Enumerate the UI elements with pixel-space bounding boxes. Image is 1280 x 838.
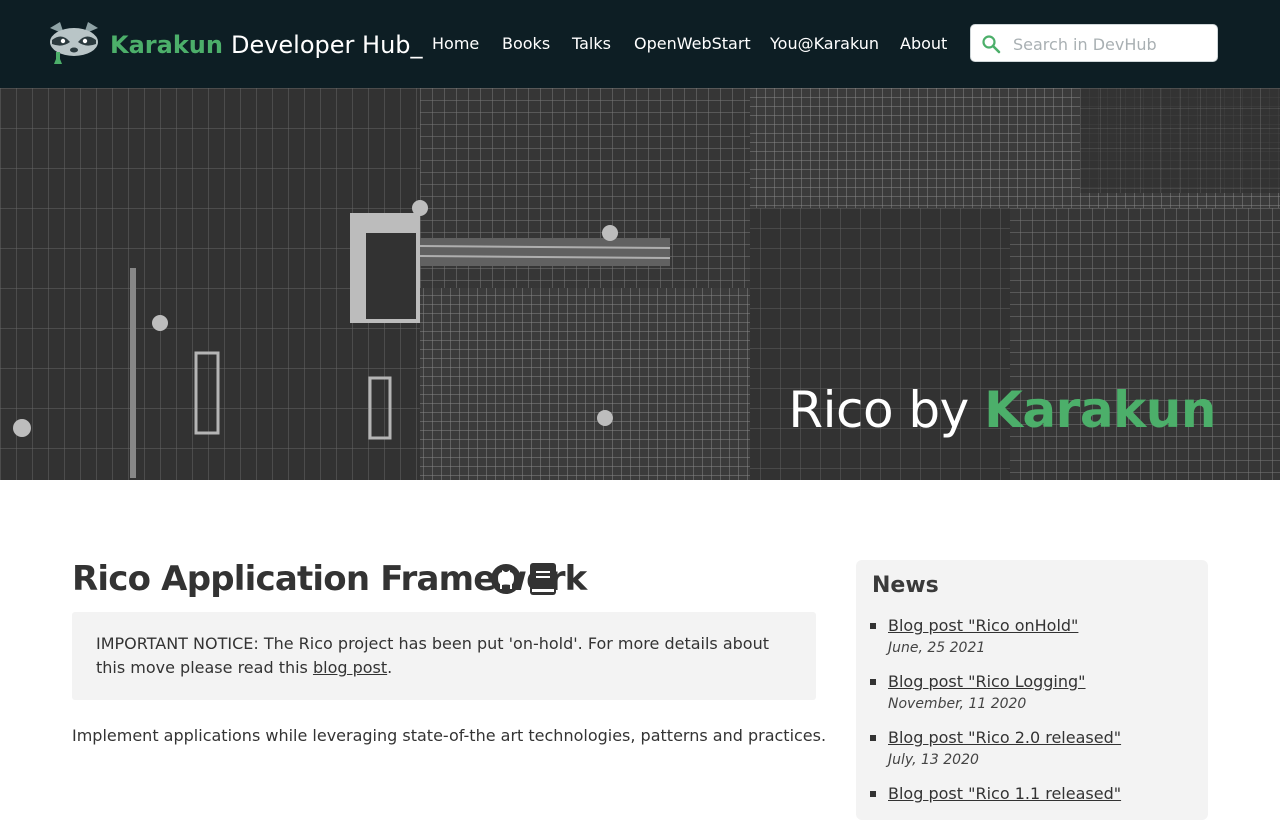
news-item-link[interactable]: Blog post "Rico onHold" bbox=[888, 614, 1190, 638]
search-box[interactable] bbox=[970, 24, 1218, 62]
important-notice: IMPORTANT NOTICE: The Rico project has b… bbox=[72, 612, 816, 700]
hero-title-accent: Karakun bbox=[984, 381, 1216, 439]
news-item-link[interactable]: Blog post "Rico 1.1 released" bbox=[888, 782, 1190, 806]
news-panel: News Blog post "Rico onHold" June, 25 20… bbox=[856, 560, 1208, 820]
news-item: Blog post "Rico 1.1 released" bbox=[870, 782, 1190, 838]
raccoon-logo-icon[interactable] bbox=[46, 20, 102, 66]
brand-developer-hub: Developer Hub_ bbox=[230, 31, 423, 59]
nav-you-at-karakun[interactable]: You@Karakun bbox=[770, 32, 879, 56]
notice-end: . bbox=[387, 658, 393, 677]
hero-title: Rico by Karakun bbox=[788, 378, 1216, 442]
github-icon[interactable] bbox=[490, 562, 522, 596]
search-input[interactable] bbox=[1011, 26, 1215, 62]
news-list: Blog post "Rico onHold" June, 25 2021 Bl… bbox=[870, 614, 1190, 838]
top-navigation-bar: Karakun Developer Hub_ Home Books Talks O… bbox=[0, 0, 1280, 88]
nav-talks[interactable]: Talks bbox=[572, 32, 611, 56]
news-item-date: July, 13 2020 bbox=[888, 752, 979, 768]
nav-about[interactable]: About bbox=[900, 32, 947, 56]
bullet bbox=[870, 791, 876, 797]
search-icon[interactable] bbox=[981, 34, 1001, 54]
brand-karakun: Karakun bbox=[110, 31, 223, 59]
brand-name[interactable]: Karakun Developer Hub_ bbox=[110, 28, 423, 62]
bullet bbox=[870, 623, 876, 629]
notice-text: IMPORTANT NOTICE: The Rico project has b… bbox=[96, 634, 769, 677]
nav-openwebstart[interactable]: OpenWebStart bbox=[634, 32, 751, 56]
news-item-link[interactable]: Blog post "Rico 2.0 released" bbox=[888, 726, 1190, 750]
bullet bbox=[870, 735, 876, 741]
news-item: Blog post "Rico onHold" June, 25 2021 bbox=[870, 614, 1190, 670]
bullet bbox=[870, 679, 876, 685]
book-icon[interactable] bbox=[528, 562, 560, 596]
nav-books[interactable]: Books bbox=[502, 32, 550, 56]
news-item-link[interactable]: Blog post "Rico Logging" bbox=[888, 670, 1190, 694]
news-item-date: June, 25 2021 bbox=[888, 640, 986, 656]
news-item-date: November, 11 2020 bbox=[888, 696, 1027, 712]
news-heading: News bbox=[872, 573, 939, 598]
nav-home[interactable]: Home bbox=[432, 32, 479, 56]
notice-blog-post-link[interactable]: blog post bbox=[313, 658, 387, 677]
hero-banner: Rico by Karakun bbox=[0, 88, 1280, 480]
news-item: Blog post "Rico 2.0 released" July, 13 2… bbox=[870, 726, 1190, 782]
lead-paragraph: Implement applications while leveraging … bbox=[72, 726, 827, 745]
hero-title-plain: Rico by bbox=[788, 381, 985, 439]
news-item: Blog post "Rico Logging" November, 11 20… bbox=[870, 670, 1190, 726]
title-icons bbox=[490, 562, 562, 596]
